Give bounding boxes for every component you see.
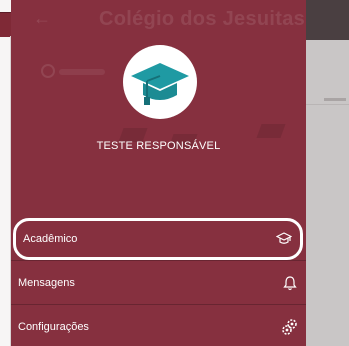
avatar[interactable]	[123, 45, 197, 119]
dimmed-content-overlay[interactable]	[306, 0, 349, 346]
graduation-cap-outline-icon	[275, 230, 293, 248]
menu-item-label: Acadêmico	[23, 233, 78, 245]
menu-item-mensagens[interactable]: Mensagens	[11, 260, 306, 304]
bell-icon	[281, 274, 299, 292]
content-divider	[306, 104, 349, 105]
app-title: Colégio dos Jesuitas	[99, 8, 306, 30]
drawer-menu: Acadêmico Mensagens Configurações	[11, 218, 306, 346]
menu-item-academico[interactable]: Acadêmico	[13, 218, 303, 260]
graduation-cap-icon	[131, 63, 189, 105]
menu-item-label: Mensagens	[18, 276, 75, 289]
back-arrow-icon: ←	[33, 8, 51, 28]
search-icon	[41, 64, 111, 78]
app-bar	[306, 0, 349, 40]
content-placeholder	[324, 98, 346, 101]
user-name: TESTE RESPONSÁVEL	[96, 140, 221, 152]
menu-item-configuracoes[interactable]: Configurações	[11, 304, 306, 346]
gears-icon	[281, 318, 299, 336]
left-tab-marker	[0, 12, 11, 37]
menu-item-label: Configurações	[18, 320, 89, 333]
navigation-drawer: ← Colégio dos Jesuitas TESTE RESPONSÁVEL…	[11, 0, 306, 346]
background-panel-left	[0, 0, 11, 346]
